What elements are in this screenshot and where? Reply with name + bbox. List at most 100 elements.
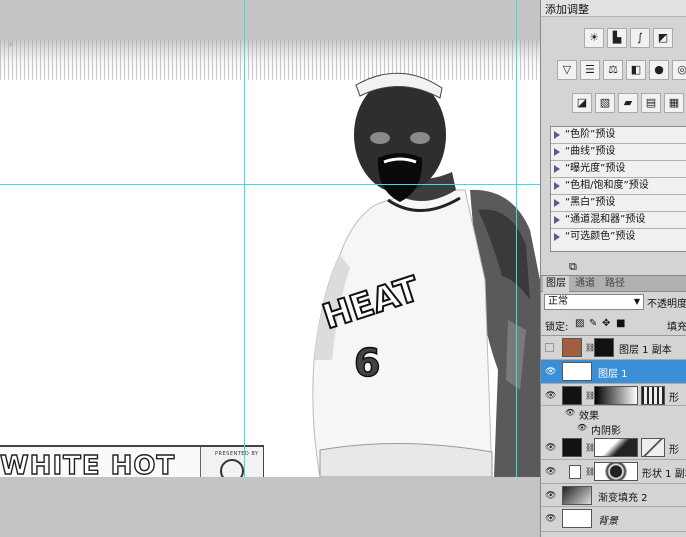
layer-mask-thumbnail[interactable] [641, 438, 665, 457]
visibility-eye-icon[interactable]: 👁 [545, 391, 556, 401]
visibility-eye-icon[interactable]: 👁 [545, 443, 556, 453]
layer-name: 形 [669, 445, 679, 456]
posterize-icon[interactable]: ▧ [595, 93, 615, 113]
tab-layers[interactable]: 图层 [543, 276, 569, 292]
fill-color-thumbnail [562, 386, 582, 405]
selective-color-icon[interactable]: ▦ [664, 93, 684, 113]
expand-triangle-icon[interactable] [554, 233, 560, 241]
shape-mask-thumbnail[interactable] [594, 462, 638, 481]
guide-horizontal[interactable] [0, 184, 540, 185]
layers-panel-tabs: 图层 通道 路径 [541, 275, 686, 292]
expand-triangle-icon[interactable] [554, 216, 560, 224]
guide-vertical-2[interactable] [516, 0, 517, 477]
document-canvas[interactable]: HEAT 6 WHITE HOT PRESENTED BY [0, 40, 540, 477]
banner-logo: WHITE HOT PRESENTED BY [0, 445, 264, 477]
expand-triangle-icon[interactable] [554, 182, 560, 190]
lock-label: 锁定: [545, 322, 569, 333]
visibility-eye-icon[interactable]: 👁 [565, 408, 575, 417]
layer-name: 背景 [598, 516, 618, 527]
clip-to-layer-icon[interactable]: ⧉ [569, 260, 577, 274]
exposure-icon[interactable]: ◩ [653, 28, 673, 48]
preset-hue-saturation[interactable]: “色相/饱和度”预设 [551, 178, 686, 195]
photo-filter-icon[interactable]: ● [649, 60, 669, 80]
preset-curves[interactable]: “曲线”预设 [551, 144, 686, 161]
layer-name: 形状 1 副本 [642, 469, 686, 480]
layer-name: 形 [669, 393, 679, 404]
expand-triangle-icon[interactable] [554, 165, 560, 173]
invert-icon[interactable]: ◪ [572, 93, 592, 113]
banner-presented: PRESENTED BY [215, 451, 259, 457]
preset-levels[interactable]: “色阶”预设 [551, 127, 686, 144]
adjustments-title: 添加调整 [545, 3, 589, 16]
gradient-thumbnail [562, 486, 592, 505]
adjustment-presets-list: “色阶”预设 “曲线”预设 “曝光度”预设 “色相/饱和度”预设 “黑白”预设 … [550, 126, 686, 252]
jersey-number: 6 [354, 341, 380, 385]
adjustments-panel-header[interactable]: 添加调整 [541, 0, 686, 17]
visibility-eye-icon[interactable]: 👁 [545, 491, 556, 501]
inner-shadow-label: 内阴影 [591, 426, 621, 437]
gradient-mask-thumbnail[interactable] [594, 438, 638, 457]
layer-mask-thumbnail[interactable] [594, 338, 614, 357]
preset-black-white[interactable]: “黑白”预设 [551, 195, 686, 212]
effects-row[interactable]: 👁 效果 [541, 405, 686, 422]
player-photo: HEAT 6 [312, 72, 540, 477]
hue-saturation-icon[interactable]: ☰ [580, 60, 600, 80]
fill-color-thumbnail [562, 438, 582, 457]
preset-channel-mixer[interactable]: “通道混和器”预设 [551, 212, 686, 229]
fill-label[interactable]: 填充 [667, 318, 686, 333]
layer-name: 图层 1 [598, 369, 628, 380]
expand-triangle-icon[interactable] [554, 131, 560, 139]
gradient-mask-thumbnail[interactable] [594, 386, 638, 405]
brightness-icon[interactable]: ☀ [584, 28, 604, 48]
pasteboard [0, 477, 540, 537]
tab-channels[interactable]: 通道 [572, 276, 598, 292]
lock-row: 锁定: ▨ ✎ ✥ ■ 填充 [541, 314, 686, 336]
preset-exposure[interactable]: “曝光度”预设 [551, 161, 686, 178]
layer-row[interactable]: 👁 ⛓ 形 [541, 384, 686, 406]
visibility-off-icon[interactable] [545, 343, 554, 352]
tab-paths[interactable]: 路径 [602, 276, 628, 292]
guide-vertical-1[interactable] [244, 0, 245, 477]
threshold-icon[interactable]: ▰ [618, 93, 638, 113]
panels-dock: 添加调整 ☀ ▙ ∫ ◩ ▽ ☰ ⚖ ◧ ● ◎ ◪ ▧ ▰ ▤ ▦ “色阶”预… [540, 0, 686, 537]
canvas-area[interactable]: HEAT 6 WHITE HOT PRESENTED BY [0, 0, 540, 537]
gradient-map-icon[interactable]: ▤ [641, 93, 661, 113]
blend-mode-select[interactable]: 正常 ▼ [544, 294, 644, 310]
layer-thumbnail [562, 362, 592, 381]
inner-shadow-row[interactable]: 👁 内阴影 [541, 420, 686, 437]
curves-icon[interactable]: ∫ [630, 28, 650, 48]
layer-row[interactable]: 👁 ⛓ 形状 1 副本 [541, 460, 686, 484]
layer-row[interactable]: ⛓ 图层 1 副本 [541, 336, 686, 360]
blend-row: 正常 ▼ 不透明度 [541, 292, 686, 314]
black-white-icon[interactable]: ◧ [626, 60, 646, 80]
layer-name: 渐变填充 2 [598, 493, 648, 504]
visibility-eye-icon[interactable]: 👁 [545, 467, 556, 477]
sponsor-box: PRESENTED BY [200, 447, 263, 477]
lock-all-icon[interactable]: ■ [616, 318, 625, 329]
lock-transparent-icon[interactable]: ▨ [575, 318, 584, 329]
layer-thumbnail [562, 338, 582, 357]
layer-row[interactable]: 👁 渐变填充 2 [541, 484, 686, 507]
layer-row[interactable]: 👁 ⛓ 形 [541, 436, 686, 460]
layer-row-selected[interactable]: 👁 图层 1 [541, 360, 686, 384]
visibility-eye-icon[interactable]: 👁 [545, 367, 556, 377]
expand-triangle-icon[interactable] [554, 148, 560, 156]
dropdown-arrow-icon[interactable]: ▼ [634, 295, 640, 309]
visibility-eye-icon[interactable]: 👁 [545, 514, 556, 524]
color-balance-icon[interactable]: ⚖ [603, 60, 623, 80]
layer-name: 图层 1 副本 [619, 345, 672, 356]
layer-row[interactable]: 👁 背景 [541, 507, 686, 532]
visibility-eye-icon[interactable]: 👁 [577, 423, 587, 432]
opacity-label[interactable]: 不透明度 [647, 295, 686, 310]
blend-mode-value: 正常 [548, 296, 568, 307]
lock-position-icon[interactable]: ✥ [602, 318, 610, 329]
lock-image-icon[interactable]: ✎ [589, 318, 597, 329]
vibrance-icon[interactable]: ▽ [557, 60, 577, 80]
fill-color-thumbnail [569, 465, 581, 479]
levels-icon[interactable]: ▙ [607, 28, 627, 48]
preset-selective-color[interactable]: “可选颜色”预设 [551, 229, 686, 246]
banner-text: WHITE HOT [0, 450, 176, 477]
layer-mask-thumbnail[interactable] [641, 386, 665, 405]
channel-mixer-icon[interactable]: ◎ [672, 60, 686, 80]
expand-triangle-icon[interactable] [554, 199, 560, 207]
